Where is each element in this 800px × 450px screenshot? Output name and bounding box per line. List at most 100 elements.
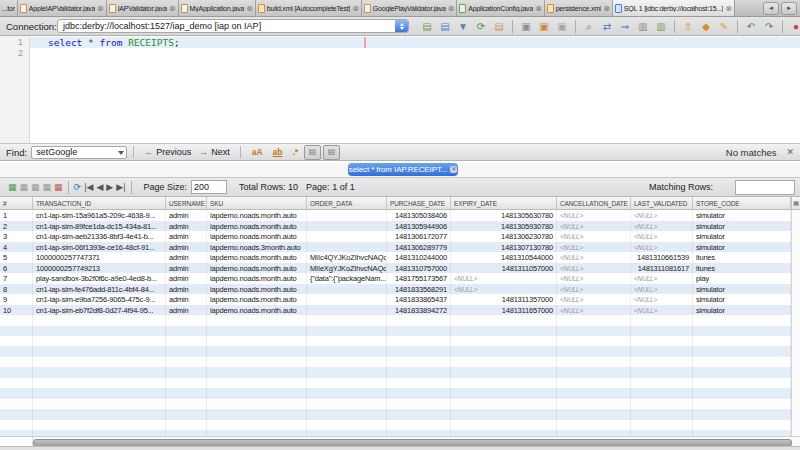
table-row-5[interactable]: 51000000257747371adminiapdemo.noads.mont… bbox=[0, 252, 791, 263]
editor-tab-5[interactable]: GooglePlayValidator.java⊗ bbox=[362, 0, 457, 16]
cell-transaction_id[interactable]: 1000000257749213 bbox=[33, 263, 166, 274]
table-row-2[interactable]: 2cn1-iap-sim-89fce1da-dc15-434a-81...adm… bbox=[0, 221, 791, 232]
tab-close-icon[interactable]: ⊗ bbox=[535, 4, 542, 13]
tab-scroll-right-button[interactable]: ▸ bbox=[781, 2, 797, 15]
cell-last_validated[interactable]: <NULL> bbox=[631, 221, 693, 232]
cell-last_validated[interactable]: 1481311081617 bbox=[631, 263, 693, 274]
redo-icon[interactable]: ↷ bbox=[762, 20, 776, 33]
table-row-10[interactable]: 10cn1-iap-sim-eb7f2df8-0d27-4f94-95...ad… bbox=[0, 305, 791, 316]
editor-tab-4[interactable]: build.xml [AutocompleteTest]⊗ bbox=[256, 0, 362, 16]
cell-expiry_date[interactable]: 1481305930780 bbox=[451, 221, 557, 232]
cell-order_data[interactable] bbox=[307, 284, 387, 295]
truncate-table-icon[interactable]: ▦ bbox=[54, 181, 63, 194]
cell-transaction_id[interactable]: cn1-iap-sim-15a961a5-209c-4638-9... bbox=[33, 210, 166, 221]
cell-cancellation_date[interactable]: <NULL> bbox=[557, 273, 631, 284]
cell-num[interactable]: 1 bbox=[0, 210, 33, 221]
commit-record-icon[interactable]: ▦ bbox=[31, 181, 40, 194]
edit-icon[interactable]: ✎ bbox=[717, 20, 731, 33]
cell-cancellation_date[interactable]: <NULL> bbox=[557, 284, 631, 295]
column-header-purchase_date[interactable]: PURCHASE_DATE bbox=[387, 197, 451, 209]
matching-rows-input[interactable] bbox=[735, 180, 795, 195]
upload-icon[interactable]: ⇧ bbox=[681, 20, 695, 33]
cell-transaction_id[interactable]: cn1-iap-sim-aeb21336-8bf3-4e41-b... bbox=[33, 231, 166, 242]
cell-transaction_id[interactable]: cn1-iap-sim-e9ba7256-9065-475c-9... bbox=[33, 294, 166, 305]
cell-transaction_id[interactable]: cn1-iap-sim-eb7f2df8-0d27-4f94-95... bbox=[33, 305, 166, 316]
find-close-icon[interactable]: ✕ bbox=[786, 147, 794, 157]
cell-store_code[interactable]: play bbox=[693, 273, 791, 284]
cell-last_validated[interactable]: <NULL> bbox=[631, 305, 693, 316]
cell-username[interactable]: admin bbox=[166, 252, 207, 263]
cell-order_data[interactable]: MIIeXgYJKoZIhvcNAQc... bbox=[307, 263, 387, 274]
undo-icon[interactable]: ↶ bbox=[744, 20, 758, 33]
refresh-icon[interactable]: ⟳ bbox=[474, 20, 488, 33]
tab-close-icon[interactable]: ⊗ bbox=[352, 4, 359, 13]
column-header-cancellation_date[interactable]: CANCELLATION_DATE bbox=[557, 197, 631, 209]
delete-record-icon[interactable]: ▦ bbox=[20, 181, 29, 194]
cell-order_data[interactable] bbox=[307, 210, 387, 221]
search-icon[interactable]: ⌕ bbox=[582, 20, 596, 33]
match-case-icon[interactable]: aA bbox=[252, 147, 263, 157]
cell-num[interactable]: 8 bbox=[0, 284, 33, 295]
run-statement-icon[interactable]: ▤ bbox=[438, 20, 452, 33]
cell-expiry_date[interactable]: 1481311057000 bbox=[451, 263, 557, 274]
cell-transaction_id[interactable]: cn1-iap-sim-89fce1da-dc15-434a-81... bbox=[33, 221, 166, 232]
cell-purchase_date[interactable]: 1481305038406 bbox=[387, 210, 451, 221]
cell-purchase_date[interactable]: 1481310244000 bbox=[387, 252, 451, 263]
cell-num[interactable]: 4 bbox=[0, 242, 33, 253]
cell-sku[interactable]: iapdemo.noads.month.auto bbox=[207, 294, 307, 305]
cell-sku[interactable]: iapdemo.noads.month.auto bbox=[207, 252, 307, 263]
cancel-edits-icon[interactable]: ▦ bbox=[43, 181, 52, 194]
cell-expiry_date[interactable]: 1481310544000 bbox=[451, 252, 557, 263]
cell-store_code[interactable]: simulator bbox=[693, 221, 791, 232]
cell-expiry_date[interactable]: <NULL> bbox=[451, 273, 557, 284]
cell-store_code[interactable]: itunes bbox=[693, 252, 791, 263]
cell-num[interactable]: 3 bbox=[0, 231, 33, 242]
window-dropdown-icon[interactable]: ▣ bbox=[537, 20, 551, 33]
cell-username[interactable]: admin bbox=[166, 263, 207, 274]
tab-close-icon[interactable]: ⊗ bbox=[246, 4, 253, 13]
cell-purchase_date[interactable]: 1481306289779 bbox=[387, 242, 451, 253]
cell-username[interactable]: admin bbox=[166, 231, 207, 242]
cell-transaction_id[interactable]: cn1-iap-sim-06f1393e-ce16-48cf-91... bbox=[33, 242, 166, 253]
cell-cancellation_date[interactable]: <NULL> bbox=[557, 252, 631, 263]
run-sql-icon[interactable]: ▤ bbox=[420, 20, 434, 33]
cell-sku[interactable]: iapdemo.noads.month.auto bbox=[207, 221, 307, 232]
cell-username[interactable]: admin bbox=[166, 305, 207, 316]
table-row-9[interactable]: 9cn1-iap-sim-e9ba7256-9065-475c-9...admi… bbox=[0, 294, 791, 305]
tab-close-icon[interactable]: ⊗ bbox=[169, 4, 176, 13]
whole-word-icon[interactable]: ab bbox=[273, 147, 283, 157]
cell-num[interactable]: 2 bbox=[0, 221, 33, 232]
cell-purchase_date[interactable]: 1481306172077 bbox=[387, 231, 451, 242]
cell-sku[interactable]: iapdemo.noads.month.auto bbox=[207, 210, 307, 221]
cell-username[interactable]: admin bbox=[166, 284, 207, 295]
find-input[interactable]: setGoogle bbox=[31, 146, 127, 159]
next-page-icon[interactable]: ▶ bbox=[106, 181, 113, 194]
sql-editor[interactable]: 12 select * from RECEIPTS; bbox=[0, 36, 800, 143]
vertical-scrollbar[interactable] bbox=[791, 210, 800, 436]
cell-num[interactable]: 9 bbox=[0, 294, 33, 305]
cell-purchase_date[interactable]: 1481310757000 bbox=[387, 263, 451, 274]
column-header-transaction_id[interactable]: TRANSACTION_ID bbox=[33, 197, 166, 209]
cell-cancellation_date[interactable]: <NULL> bbox=[557, 210, 631, 221]
editor-tab-1[interactable]: AppleIAPValidator.java⊗ bbox=[18, 0, 107, 16]
cell-order_data[interactable] bbox=[307, 305, 387, 316]
cell-purchase_date[interactable]: 1481755173567 bbox=[387, 273, 451, 284]
cell-expiry_date[interactable]: <NULL> bbox=[451, 284, 557, 295]
goto-icon[interactable]: ⇒ bbox=[618, 20, 632, 33]
cell-num[interactable]: 10 bbox=[0, 305, 33, 316]
cell-transaction_id[interactable]: play-sandbox-3b2f0f6c-a9e0-4ed8-b... bbox=[33, 273, 166, 284]
cell-store_code[interactable]: simulator bbox=[693, 284, 791, 295]
cell-last_validated[interactable]: <NULL> bbox=[631, 210, 693, 221]
cell-expiry_date[interactable]: 1481311357000 bbox=[451, 294, 557, 305]
editor-tab-3[interactable]: MyApplication.java⊗ bbox=[179, 0, 256, 16]
cell-sku[interactable]: iapdemo.noads.month.auto bbox=[207, 273, 307, 284]
refresh-icon[interactable]: ⟳ bbox=[74, 181, 82, 194]
wrap-search-toggle[interactable]: ▤ bbox=[323, 145, 340, 160]
last-page-icon[interactable]: ▶| bbox=[116, 181, 125, 194]
swap-arrows-icon[interactable]: ⇄ bbox=[600, 20, 614, 33]
cell-sku[interactable]: iapdemo.noads.3month.auto bbox=[207, 242, 307, 253]
window-dropdown2-icon[interactable]: ▣ bbox=[555, 20, 569, 33]
cell-order_data[interactable]: {"data":{"packageNam... bbox=[307, 273, 387, 284]
cell-username[interactable]: admin bbox=[166, 242, 207, 253]
cell-purchase_date[interactable]: 1481833865437 bbox=[387, 294, 451, 305]
